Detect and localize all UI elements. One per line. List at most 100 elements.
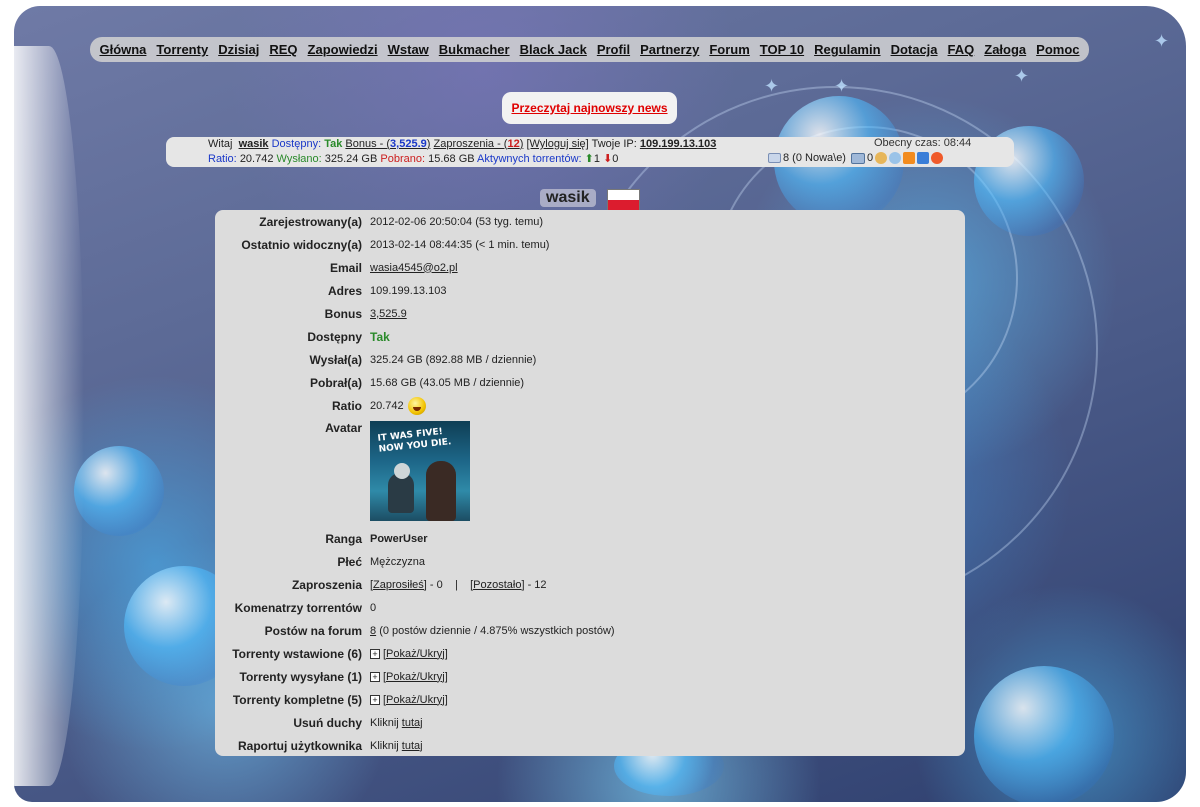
background-decoration: ✦ (1154, 31, 1170, 52)
table-row: Dostępny Tak (217, 325, 615, 348)
expand-icon[interactable]: + (370, 648, 380, 659)
nav-link-black-jack[interactable]: Black Jack (520, 42, 587, 57)
news-banner: Przeczytaj najnowszy news (502, 92, 677, 124)
active-up-count: 1 (593, 153, 600, 165)
active-torrents-label: Aktywnych torrentów: (477, 153, 582, 165)
nav-link-bukmacher[interactable]: Bukmacher (439, 42, 510, 57)
bonus-link[interactable]: Bonus - (3,525.9) (345, 138, 430, 150)
save-icon[interactable] (917, 152, 930, 164)
downloaded-value: 15.68 GB (43.05 MB / dziennie) (370, 376, 525, 389)
users-icon[interactable] (875, 152, 888, 164)
invites-left-link[interactable]: [Pozostało] (470, 579, 524, 591)
row-label: Zaproszenia (291, 577, 362, 592)
logout-link[interactable]: [Wyloguj się] (526, 138, 588, 150)
nav-link-faq[interactable]: FAQ (948, 42, 975, 57)
inbox-icon[interactable] (850, 152, 865, 164)
bonus-value-link[interactable]: 3,525.9 (370, 308, 407, 320)
nav-link-zaloga[interactable]: Załoga (984, 42, 1026, 57)
row-label: Adres (327, 283, 362, 298)
table-row: Torrenty wysyłane (1) + [Pokaż/Ukryj] (217, 665, 615, 688)
nav-link-pomoc[interactable]: Pomoc (1036, 42, 1079, 57)
forum-posts-link[interactable]: 8 (370, 625, 376, 637)
table-row: Zaproszenia [Zaprosiłeś] - 0 | [Pozostał… (217, 573, 615, 596)
username-link[interactable]: wasik (239, 138, 269, 150)
expand-icon[interactable]: + (370, 694, 380, 705)
rss-icon[interactable] (903, 152, 916, 164)
toggle-completed-torrents[interactable]: [Pokaż/Ukryj] (383, 694, 448, 706)
forum-posts-detail: (0 postów dziennie / 4.875% wszystkich p… (379, 624, 615, 637)
user-status-bar: Witaj wasik Dostępny: Tak Bonus - (3,525… (166, 137, 1014, 167)
table-row: Płeć Mężczyzna (217, 550, 615, 573)
row-label: Zarejestrowany(a) (259, 214, 362, 229)
row-label: Torrenty wysyłane (1) (239, 669, 362, 684)
nav-link-wstaw[interactable]: Wstaw (388, 42, 429, 57)
table-row: Usuń duchy Kliknij tutaj (217, 711, 615, 734)
email-link[interactable]: wasia4545@o2.pl (370, 262, 458, 274)
ratio-label: Ratio: (208, 153, 237, 165)
nav-link-req[interactable]: REQ (269, 42, 297, 57)
profile-panel: Zarejestrowany(a) 2012-02-06 20:50:04 (5… (215, 210, 965, 756)
uploaded-label: Wysłano: (276, 153, 322, 165)
uploaded-value: 325.24 GB (892.88 MB / dziennie) (370, 353, 537, 366)
poland-flag-icon (607, 189, 640, 211)
nav-link-regulamin[interactable]: Regulamin (814, 42, 880, 57)
downloaded-value: 15.68 GB (428, 153, 475, 165)
table-row: Avatar IT WAS FIVE! NOW YOU DIE. (217, 417, 615, 527)
nav-link-top10[interactable]: TOP 10 (760, 42, 804, 57)
ratio-value: 20.742 (239, 153, 274, 165)
row-label: Raportuj użytkownika (237, 738, 362, 753)
row-label: Pobrał(a) (309, 375, 362, 390)
row-label: Avatar (325, 421, 362, 435)
arrow-down-icon: ⬇ (603, 153, 613, 165)
table-row: Torrenty kompletne (5) + [Pokaż/Ukryj] (217, 688, 615, 711)
messages-count[interactable]: 8 (0 Nowa\e) (783, 152, 846, 164)
click-prefix: Kliknij (370, 739, 399, 752)
latest-news-link[interactable]: Przeczytaj najnowszy news (511, 101, 667, 115)
logout-icon[interactable] (931, 152, 944, 164)
report-user-link[interactable]: tutaj (402, 740, 423, 752)
row-label: Dostępny (307, 329, 362, 344)
rank-value: PowerUser (370, 532, 428, 545)
separator: | (455, 578, 458, 591)
nav-link-profil[interactable]: Profil (597, 42, 630, 57)
nav-link-glowna[interactable]: Główna (99, 42, 146, 57)
pm-count: 0 (866, 152, 874, 164)
downloaded-label: Pobrano: (380, 153, 426, 165)
status-row-1: Witaj wasik Dostępny: Tak Bonus - (3,525… (208, 138, 716, 150)
nav-link-dzisiaj[interactable]: Dzisiaj (218, 42, 259, 57)
toggle-uploaded-torrents[interactable]: [Pokaż/Ukryj] (383, 648, 448, 660)
table-row: Bonus 3,525.9 (217, 302, 615, 325)
row-label: Wysłał(a) (309, 352, 362, 367)
nav-link-dotacja[interactable]: Dotacja (891, 42, 938, 57)
table-row: Ranga PowerUser (217, 527, 615, 550)
envelope-icon[interactable] (768, 153, 781, 163)
ratio-value: 20.742 (370, 399, 404, 412)
status-row-2: Ratio: 20.742 Wysłano: 325.24 GB Pobrano… (208, 152, 618, 165)
table-row: Wysłał(a) 325.24 GB (892.88 MB / dzienni… (217, 348, 615, 371)
table-row: Ostatnio widoczny(a) 2013-02-14 08:44:35… (217, 233, 615, 256)
profile-username: wasik (540, 189, 596, 207)
toggle-seeding-torrents[interactable]: [Pokaż/Ukryj] (383, 671, 448, 683)
nav-link-forum[interactable]: Forum (709, 42, 749, 57)
invited-link[interactable]: [Zaprosiłeś] (370, 579, 427, 591)
invites-link[interactable]: Zaproszenia - (12) (433, 138, 523, 150)
background-decoration (974, 666, 1114, 802)
nav-link-partnerzy[interactable]: Partnerzy (640, 42, 699, 57)
table-row: Zarejestrowany(a) 2012-02-06 20:50:04 (5… (217, 210, 615, 233)
row-label: Ostatnio widoczny(a) (241, 237, 362, 252)
background-decoration: ✦ (1014, 66, 1030, 87)
expand-icon[interactable]: + (370, 671, 380, 682)
avatar-image: IT WAS FIVE! NOW YOU DIE. (370, 421, 470, 521)
click-prefix: Kliknij (370, 716, 399, 729)
row-label: Torrenty kompletne (5) (232, 692, 362, 707)
row-label: Bonus (324, 306, 362, 321)
table-row: Komenatrzy torrentów 0 (217, 596, 615, 619)
row-label: Postów na forum (264, 623, 362, 638)
active-down-count: 0 (612, 153, 619, 165)
ip-value[interactable]: 109.199.13.103 (640, 138, 716, 150)
nav-link-zapowiedzi[interactable]: Zapowiedzi (308, 42, 378, 57)
search-icon[interactable] (889, 152, 902, 164)
avatar-caption: IT WAS FIVE! NOW YOU DIE. (377, 427, 452, 455)
remove-ghosts-link[interactable]: tutaj (402, 717, 423, 729)
nav-link-torrenty[interactable]: Torrenty (156, 42, 208, 57)
